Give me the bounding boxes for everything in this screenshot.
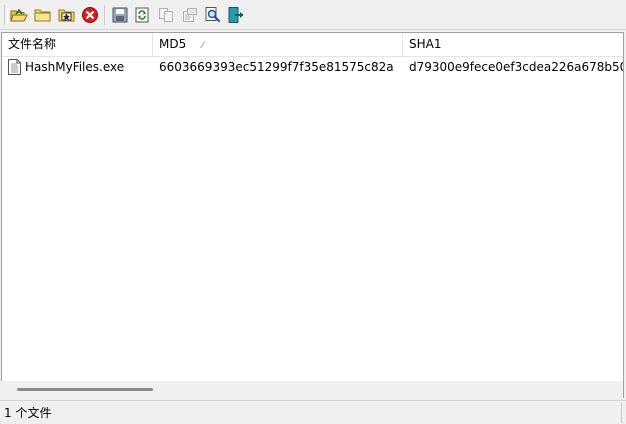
toolbar-grip[interactable] xyxy=(4,5,8,25)
toolbar xyxy=(0,0,626,30)
scrollbar-thumb[interactable] xyxy=(17,388,153,391)
hashmyfiles-window: 文件名称 MD5 ⁄ SHA1 HashMyFiles.exe 66036693… xyxy=(0,0,626,424)
open-folder-icon xyxy=(34,9,51,22)
column-header-label: SHA1 xyxy=(409,37,442,51)
copy-icon xyxy=(159,8,173,22)
refresh-icon xyxy=(135,7,149,23)
column-header-filename[interactable]: 文件名称 xyxy=(2,33,153,56)
refresh-button[interactable] xyxy=(132,5,152,25)
save-button[interactable] xyxy=(110,5,130,25)
sort-indicator-icon: ⁄ xyxy=(202,41,204,51)
file-icon xyxy=(8,59,21,75)
table-row[interactable]: HashMyFiles.exe 6603669393ec51299f7f35e8… xyxy=(2,57,624,77)
properties-button[interactable] xyxy=(180,5,200,25)
horizontal-scrollbar[interactable] xyxy=(1,381,623,398)
clear-list-icon xyxy=(82,7,98,23)
exit-button[interactable] xyxy=(226,5,246,25)
column-header-label: 文件名称 xyxy=(8,37,57,51)
find-icon xyxy=(205,7,221,23)
properties-icon xyxy=(183,8,197,22)
cell-md5: 6603669393ec51299f7f35e81575c82a xyxy=(159,60,394,74)
add-to-list-button[interactable] xyxy=(57,5,77,25)
column-header-md5[interactable]: MD5 ⁄ xyxy=(153,33,403,56)
find-button[interactable] xyxy=(203,5,223,25)
column-header-label: MD5 xyxy=(159,37,187,51)
status-file-count: 1 个文件 xyxy=(0,403,622,423)
cell-sha1: d79300e9fece0ef3cdea226a678b509c xyxy=(409,60,624,74)
open-files-button[interactable] xyxy=(9,5,29,25)
column-header-sha1[interactable]: SHA1 xyxy=(403,33,623,56)
list-header: 文件名称 MD5 ⁄ SHA1 xyxy=(2,33,623,57)
toolbar-separator xyxy=(104,5,106,25)
add-to-list-icon xyxy=(58,9,75,22)
cell-filename: HashMyFiles.exe xyxy=(25,60,125,74)
save-icon xyxy=(112,7,128,23)
status-bar: 1 个文件 xyxy=(0,400,626,424)
file-list[interactable]: 文件名称 MD5 ⁄ SHA1 HashMyFiles.exe 66036693… xyxy=(1,32,624,398)
open-folder-button[interactable] xyxy=(33,5,53,25)
copy-button[interactable] xyxy=(156,5,176,25)
clear-list-button[interactable] xyxy=(80,5,100,25)
exit-icon xyxy=(228,7,244,23)
open-files-icon xyxy=(10,8,28,22)
